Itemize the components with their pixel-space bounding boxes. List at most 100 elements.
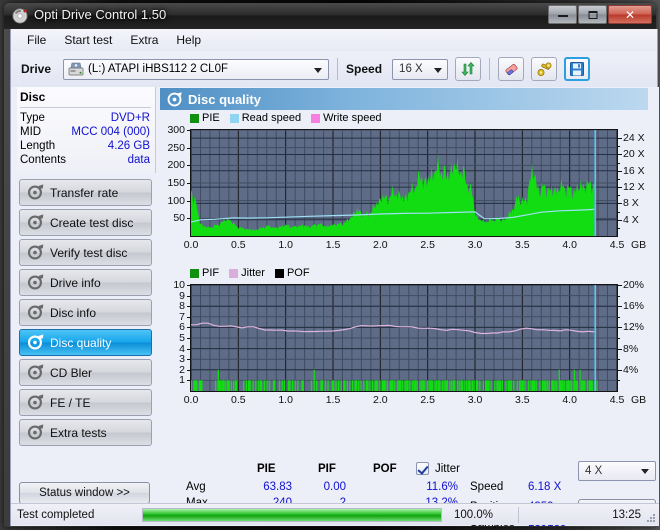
panel-header: Disc quality bbox=[160, 88, 648, 110]
drive-label: Drive bbox=[21, 62, 52, 76]
y-axis-tick-label: 9 bbox=[179, 289, 185, 302]
legend-label: PIF bbox=[202, 267, 220, 279]
y2-axis-tick bbox=[618, 203, 622, 205]
y-axis-tick bbox=[187, 380, 190, 382]
menu-file[interactable]: File bbox=[19, 30, 54, 50]
sidebar-item-disc-quality[interactable]: Disc quality bbox=[19, 329, 152, 356]
sidebar-item-transfer-rate[interactable]: Transfer rate bbox=[19, 179, 152, 206]
disc-small-icon bbox=[27, 244, 44, 260]
plot-area[interactable] bbox=[190, 284, 618, 392]
sidebar-item-drive-info[interactable]: Drive info bbox=[19, 269, 152, 296]
sidebar-item-create-test-disc[interactable]: Create test disc bbox=[19, 209, 152, 236]
y-axis-tick bbox=[187, 218, 190, 220]
y2-axis-minor-tick bbox=[618, 338, 620, 339]
y-axis-tick-label: 150 bbox=[167, 177, 185, 189]
maximize-button[interactable] bbox=[578, 5, 607, 24]
y-axis-tick bbox=[187, 327, 190, 329]
y-axis-tick bbox=[187, 130, 190, 131]
y2-axis-minor-tick bbox=[618, 227, 620, 229]
legend-label: PIE bbox=[202, 112, 220, 124]
progress-bar-fill bbox=[143, 508, 441, 521]
sidebar-item-cd-bler[interactable]: CD Bler bbox=[19, 359, 152, 386]
resize-grip-icon[interactable] bbox=[644, 511, 656, 523]
x-axis-tick-label: 0.5 bbox=[231, 394, 246, 406]
close-button[interactable]: ✕ bbox=[608, 5, 652, 24]
legend-item: PIE bbox=[190, 112, 220, 124]
y-axis-tick-label: 50 bbox=[173, 212, 185, 225]
y-axis-tick bbox=[187, 147, 190, 149]
pif-jitter-pof-chart: 1 2 3 4 5 6 7 8 9 10 4% 8% 12% 16% 20% 0.0 0.5 1.0 1.5 2.0 2… bbox=[158, 279, 659, 408]
app-icon bbox=[12, 8, 28, 24]
sidebar-item-verify-test-disc[interactable]: Verify test disc bbox=[19, 239, 152, 266]
y-axis-tick-label: 200 bbox=[167, 159, 185, 172]
y2-axis-tick bbox=[618, 138, 622, 140]
y2-axis-minor-tick bbox=[618, 380, 620, 382]
sidebar-item-extra-tests[interactable]: Extra tests bbox=[19, 419, 152, 446]
menu-help[interactable]: Help bbox=[168, 30, 209, 50]
disc-small-icon bbox=[27, 274, 44, 290]
legend-swatch bbox=[311, 113, 321, 123]
pie-read-speed-chart: 50 100 150 200 250 300 4 X 8 X 12 X 16 X 20 X 24 X 0… bbox=[158, 124, 659, 253]
speed-select[interactable]: 16 X bbox=[392, 58, 449, 80]
chevron-down-icon[interactable] bbox=[314, 67, 323, 73]
disc-small-icon bbox=[27, 424, 44, 440]
x-axis-tick-label: 2.0 bbox=[373, 239, 388, 251]
x-axis-tick-label: 2.0 bbox=[373, 394, 388, 406]
disc-row-mid: MID MCC 004 (000) bbox=[17, 125, 155, 139]
legend-swatch bbox=[274, 268, 284, 278]
y2-axis-tick-label: 12% bbox=[623, 321, 645, 334]
test-speed-select[interactable]: 4 X bbox=[578, 461, 656, 481]
y-axis-tick-label: 300 bbox=[167, 124, 185, 136]
disc-row-length: Length 4.26 GB bbox=[17, 139, 155, 153]
x-axis-tick-label: 0.0 bbox=[183, 394, 199, 406]
disc-quality-icon bbox=[167, 91, 182, 106]
menu-start-test[interactable]: Start test bbox=[56, 30, 120, 50]
status-window-button[interactable]: Status window >> bbox=[19, 482, 150, 504]
erase-button[interactable] bbox=[498, 57, 525, 81]
disc-small-icon bbox=[27, 394, 44, 410]
title-bar[interactable]: Opti Drive Control 1.50 ✕ bbox=[4, 3, 656, 29]
series-jitter bbox=[191, 322, 595, 335]
progress-bar bbox=[142, 507, 442, 522]
save-icon bbox=[570, 62, 585, 76]
disc-length-label: Length bbox=[20, 140, 56, 152]
y-axis-tick bbox=[187, 359, 190, 361]
y-axis-tick-label: 1 bbox=[179, 374, 185, 387]
menu-bar: File Start test Extra Help bbox=[11, 29, 657, 51]
menu-extra[interactable]: Extra bbox=[122, 30, 166, 50]
sidebar-item-disc-info[interactable]: Disc info bbox=[19, 299, 152, 326]
chevron-down-icon[interactable] bbox=[434, 67, 443, 73]
jitter-checkbox[interactable] bbox=[416, 462, 429, 475]
y2-axis-tick bbox=[618, 154, 622, 156]
save-button[interactable] bbox=[564, 57, 591, 81]
sidebar: Disc Type DVD+R MID MCC 004 (000) Length… bbox=[11, 87, 158, 526]
plot-canvas bbox=[191, 130, 617, 236]
sidebar-item-fe-te[interactable]: FE / TE bbox=[19, 389, 152, 416]
disc-box-title: Disc bbox=[20, 90, 46, 104]
y2-axis-tick-label: 24 X bbox=[623, 132, 645, 145]
y2-axis-minor-tick bbox=[618, 195, 620, 197]
y2-axis-tick-label: 12 X bbox=[623, 181, 645, 194]
drive-select[interactable]: (L:) ATAPI iHBS112 2 CL0F bbox=[63, 58, 330, 80]
minimize-button[interactable] bbox=[548, 5, 577, 24]
disc-mid-value: MCC 004 (000) bbox=[71, 126, 150, 138]
legend-item: Read speed bbox=[229, 112, 301, 124]
y2-axis-tick-label: 8% bbox=[623, 342, 639, 355]
x-axis-tick-label: 3.0 bbox=[467, 394, 483, 406]
sidebar-item-label: Disc quality bbox=[50, 335, 112, 350]
y2-axis-tick-label: 4 X bbox=[623, 213, 639, 226]
legend-item: POF bbox=[274, 267, 310, 279]
refresh-button[interactable] bbox=[455, 57, 482, 81]
y2-axis-tick bbox=[618, 170, 622, 172]
plot-canvas bbox=[191, 285, 617, 391]
legend-swatch bbox=[229, 268, 239, 278]
chevron-down-icon[interactable] bbox=[641, 469, 649, 474]
x-axis-tick-label: 2.5 bbox=[420, 239, 435, 251]
x-axis-unit-label: GB bbox=[631, 239, 647, 251]
tools-button[interactable] bbox=[531, 57, 558, 81]
progress-percent: 100.0% bbox=[454, 508, 494, 521]
y-axis-tick bbox=[187, 200, 190, 202]
chart-1-legend: PIE Read speed Write speed bbox=[190, 112, 388, 124]
y-axis-tick-label: 4 bbox=[179, 342, 185, 355]
plot-area[interactable] bbox=[190, 129, 618, 237]
